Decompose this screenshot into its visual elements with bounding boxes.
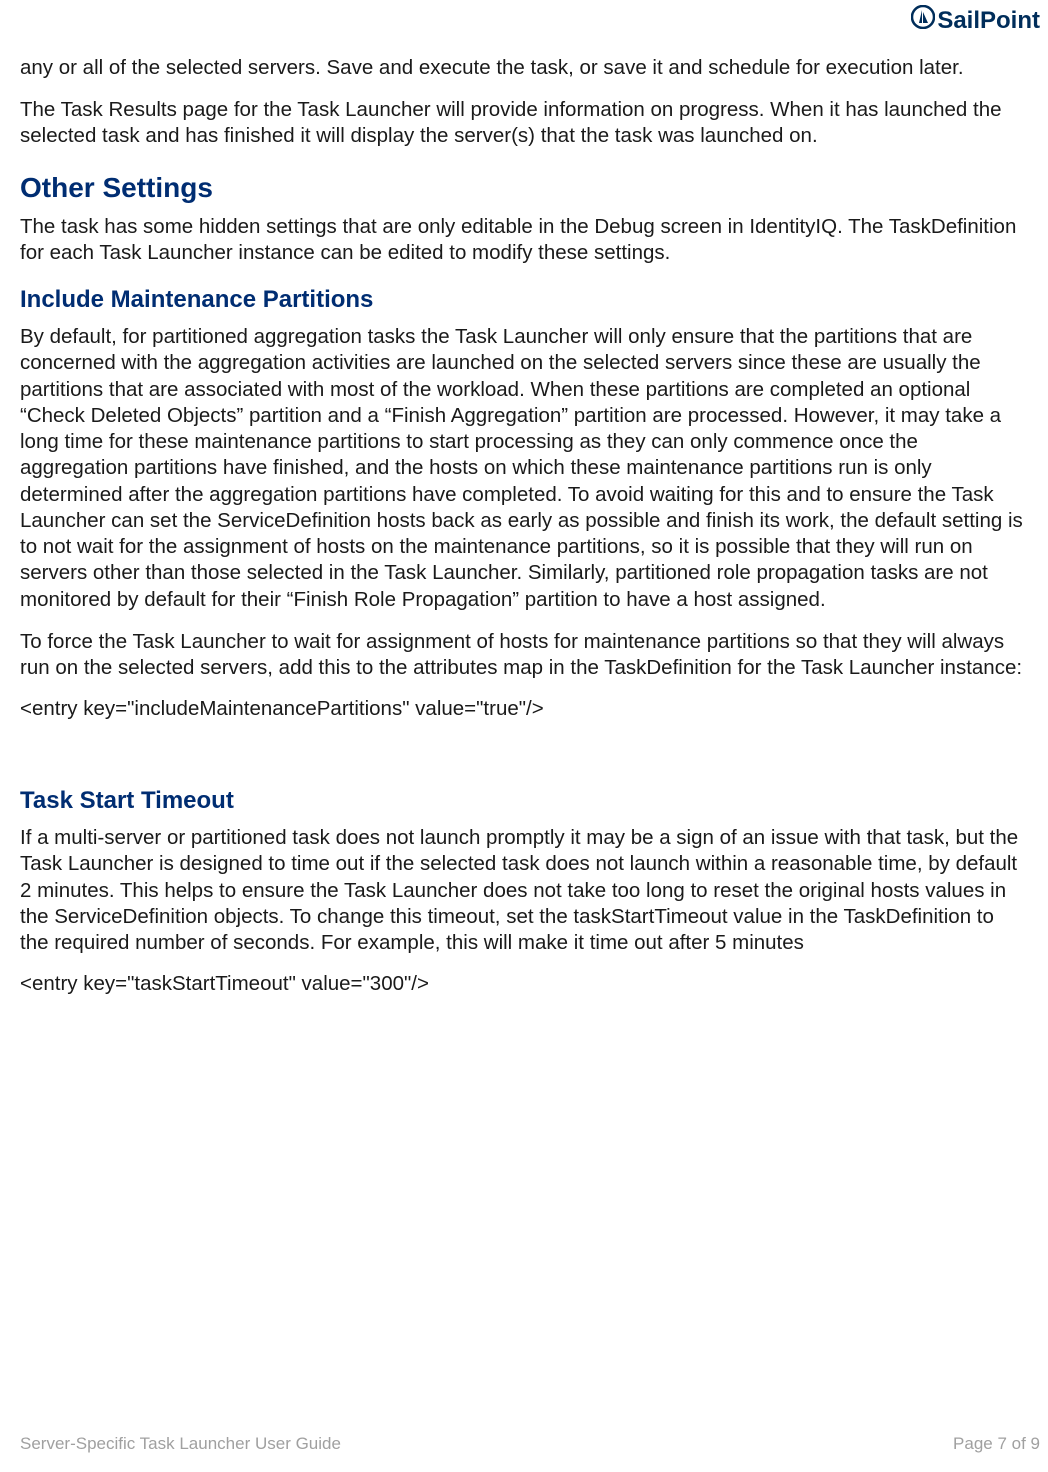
- paragraph: By default, for partitioned aggregation …: [20, 324, 1028, 613]
- sail-icon: [911, 5, 937, 36]
- code-entry-maintenance: <entry key="includeMaintenancePartitions…: [20, 697, 1028, 721]
- paragraph: any or all of the selected servers. Save…: [20, 55, 1028, 81]
- footer-page-number: Page 7 of 9: [953, 1434, 1040, 1454]
- heading-other-settings: Other Settings: [20, 172, 1028, 204]
- paragraph: The Task Results page for the Task Launc…: [20, 97, 1028, 149]
- heading-task-start-timeout: Task Start Timeout: [20, 787, 1028, 815]
- page-footer: Server-Specific Task Launcher User Guide…: [20, 1434, 1040, 1454]
- footer-title: Server-Specific Task Launcher User Guide: [20, 1434, 341, 1454]
- paragraph: The task has some hidden settings that a…: [20, 214, 1028, 266]
- document-content: any or all of the selected servers. Save…: [20, 55, 1028, 996]
- heading-include-maintenance: Include Maintenance Partitions: [20, 286, 1028, 314]
- code-entry-timeout: <entry key="taskStartTimeout" value="300…: [20, 972, 1028, 996]
- brand-name: SailPoint: [937, 7, 1040, 35]
- paragraph: If a multi-server or partitioned task do…: [20, 825, 1028, 956]
- paragraph: To force the Task Launcher to wait for a…: [20, 629, 1028, 681]
- brand-logo: SailPoint: [911, 5, 1040, 36]
